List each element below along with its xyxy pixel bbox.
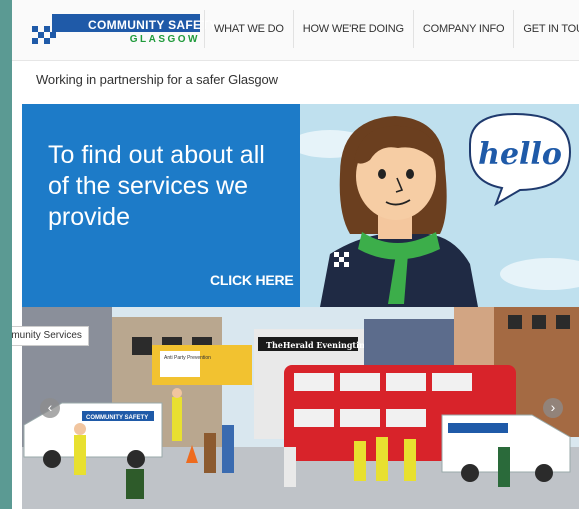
svg-text:hello: hello — [478, 137, 562, 172]
chevron-right-icon: › — [550, 399, 556, 415]
nav-company-info[interactable]: COMPANY INFO — [412, 10, 514, 48]
hero-headline: To find out about all of the services we… — [48, 141, 265, 231]
carousel-next-button[interactable]: › — [543, 398, 563, 418]
hero-banner[interactable]: To find out about all of the services we… — [22, 104, 579, 307]
hero-text-panel: To find out about all of the services we… — [22, 104, 300, 307]
nav-get-in-touch[interactable]: GET IN TOUCH — [513, 10, 579, 48]
main-nav: WHAT WE DO HOW WE'RE DOING COMPANY INFO … — [204, 10, 579, 48]
logo-main-text: COMMUNITY SAFETY — [88, 18, 218, 32]
svg-text:Anti Party Prevention: Anti Party Prevention — [164, 355, 211, 361]
chevron-left-icon: ‹ — [47, 399, 53, 415]
logo-banner: COMMUNITY SAFETY — [52, 14, 217, 32]
svg-text:TheHerald Eveningtimes: TheHerald Eveningtimes — [266, 340, 378, 350]
nav-how-were-doing[interactable]: HOW WE'RE DOING — [292, 10, 413, 48]
logo-sub-text: GLASGOW — [129, 34, 200, 45]
svg-text:COMMUNITY SAFETY: COMMUNITY SAFETY — [86, 415, 148, 421]
street-scene-illustration: Anti Party Prevention TheHerald Eveningt… — [22, 307, 579, 509]
carousel-caption: mmunity Services — [12, 326, 89, 346]
carousel-prev-button[interactable]: ‹ — [40, 398, 60, 418]
carousel-scene: Anti Party Prevention TheHerald Eveningt… — [22, 307, 579, 509]
nav-what-we-do[interactable]: WHAT WE DO — [204, 10, 293, 48]
tagline: Working in partnership for a safer Glasg… — [36, 72, 278, 87]
hero-illustration: hello — [300, 104, 579, 307]
page: COMMUNITY SAFETY GLASGOW WHAT WE DO HOW … — [12, 0, 579, 509]
officer-illustration: hello — [300, 112, 579, 307]
site-header: COMMUNITY SAFETY GLASGOW WHAT WE DO HOW … — [12, 0, 579, 61]
site-logo[interactable]: COMMUNITY SAFETY GLASGOW — [22, 12, 217, 48]
click-here-link[interactable]: CLICK HERE — [210, 272, 294, 288]
